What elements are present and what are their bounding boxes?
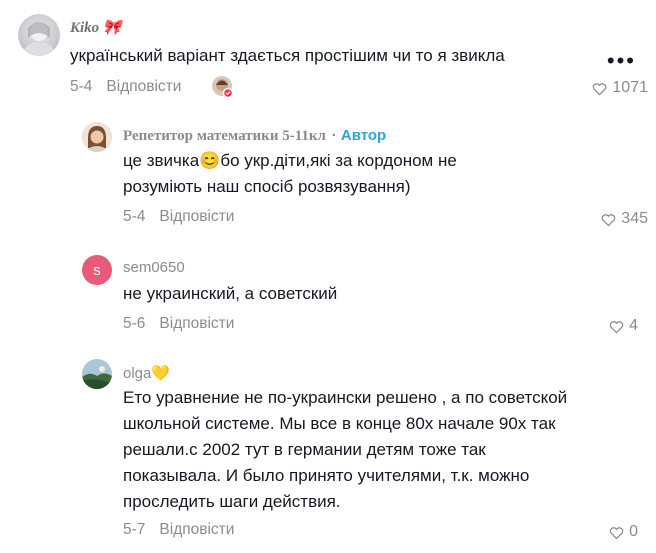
comment-date: 5-6 — [123, 315, 146, 332]
comment-meta: 5-4 Відповісти — [123, 208, 234, 226]
comment-text: це звичка😊бо укр.діти,які за кордоном не… — [123, 151, 457, 196]
avatar[interactable] — [82, 359, 112, 389]
like-count: 345 — [621, 210, 648, 227]
like-count: 4 — [629, 317, 638, 334]
creator-liked-avatar — [212, 76, 234, 99]
comment-text: не украинский, а советский — [123, 284, 338, 303]
creator-liked-icon — [216, 79, 234, 99]
comment-meta: 5-7 Відповісти — [123, 521, 234, 539]
comment-date: 5-4 — [70, 78, 93, 95]
like-button[interactable]: 345 — [600, 210, 648, 228]
avatar[interactable] — [18, 14, 60, 56]
reply-button[interactable]: Відповісти — [159, 208, 234, 225]
comment-date: 5-4 — [123, 208, 146, 225]
reply-button[interactable]: Відповісти — [106, 78, 181, 95]
comment-text: Ето уравнение не по-украински решено , а… — [123, 388, 568, 511]
like-count: 1071 — [612, 79, 648, 96]
comment-meta: 5-4 Відповісти — [70, 78, 181, 96]
comment-author-name[interactable]: olga💛 — [123, 364, 170, 382]
heart-outline-icon — [593, 82, 607, 95]
comment-author-name[interactable]: Репетитор математики 5-11кл · Автор — [123, 127, 386, 145]
like-button[interactable]: 0 — [608, 523, 638, 541]
comment-author-name[interactable]: sem0650 — [123, 259, 185, 276]
avatar-image-icon — [24, 22, 54, 56]
avatar-image-icon — [82, 122, 112, 152]
avatar[interactable] — [82, 122, 112, 152]
heart-outline-icon — [609, 320, 624, 333]
author-badge: · Автор — [331, 127, 387, 144]
author-name-text: Репетитор математики 5-11кл — [123, 128, 326, 144]
comment-author-name[interactable]: Kiko 🎀 — [70, 18, 122, 37]
comment-date: 5-7 — [123, 521, 146, 538]
like-count: 0 — [629, 523, 638, 540]
comment-text: український варіант здається простішим ч… — [70, 46, 505, 65]
avatar[interactable]: S — [82, 255, 112, 285]
reply-button[interactable]: Відповісти — [159, 315, 234, 332]
heart-outline-icon — [602, 213, 616, 226]
like-button[interactable]: 1071 — [591, 79, 648, 97]
heart-outline-icon — [609, 526, 624, 539]
avatar-image-icon — [82, 359, 112, 389]
like-button[interactable]: 4 — [608, 317, 638, 335]
avatar-letter: S — [93, 261, 101, 279]
comment-meta: 5-6 Відповісти — [123, 315, 234, 333]
reply-button[interactable]: Відповісти — [159, 521, 234, 538]
more-dots-icon[interactable]: ••• — [607, 48, 636, 74]
